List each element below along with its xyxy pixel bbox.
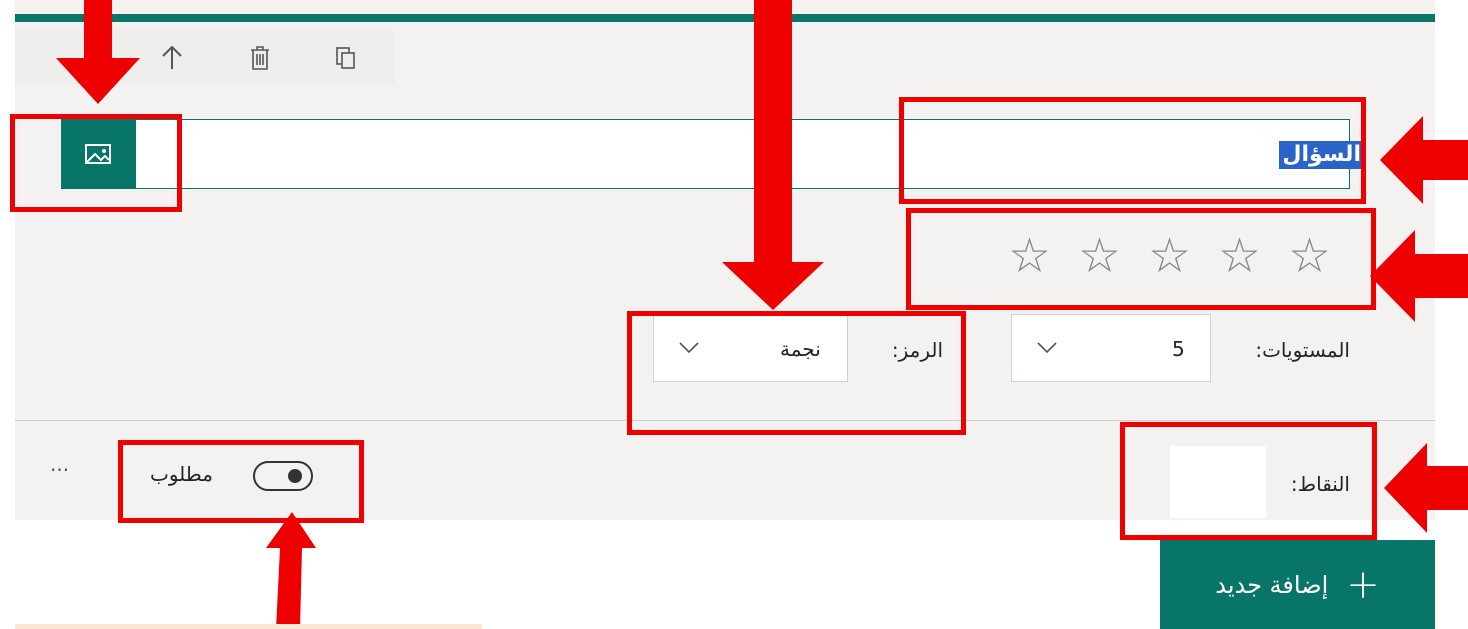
arrow-down-icon <box>56 0 140 104</box>
arrow-down-icon <box>722 0 824 310</box>
bottom-strip <box>15 624 482 629</box>
arrow-left-icon <box>1370 230 1468 322</box>
arrow-left-icon <box>1384 443 1468 533</box>
annotation-arrows <box>56 0 1468 629</box>
arrow-left-icon <box>1380 116 1468 204</box>
arrow-up-red-icon <box>266 512 316 629</box>
